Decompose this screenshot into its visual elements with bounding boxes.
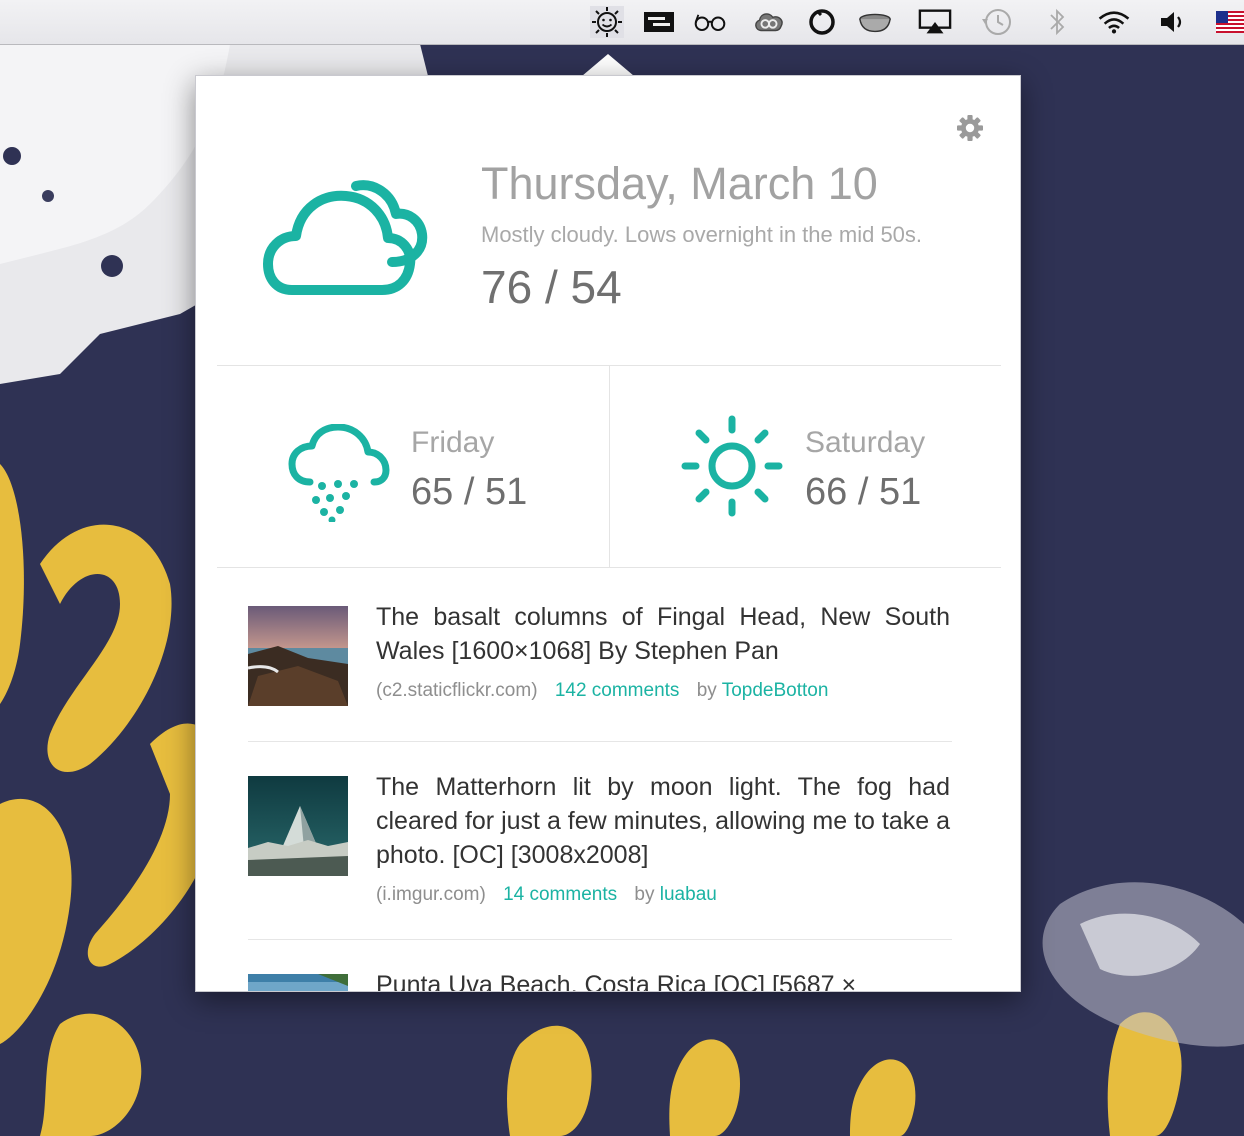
news-comments-link[interactable]: 142 comments bbox=[555, 680, 680, 701]
divider-vertical bbox=[609, 366, 610, 567]
news-author-link[interactable]: TopdeBotton bbox=[722, 680, 829, 701]
news-divider bbox=[248, 939, 952, 940]
glasses-icon[interactable] bbox=[693, 6, 727, 38]
news-title[interactable]: The basalt columns of Fingal Head, New S… bbox=[376, 600, 950, 668]
news-author-link[interactable]: luabau bbox=[660, 884, 717, 905]
forecast-temp-saturday: 66 / 51 bbox=[805, 471, 922, 513]
menu-window-icon[interactable] bbox=[642, 6, 676, 38]
news-item[interactable]: The Matterhorn lit by moon light. The fo… bbox=[248, 773, 950, 916]
settings-gear-icon[interactable] bbox=[956, 114, 984, 142]
rain-icon bbox=[288, 424, 390, 522]
news-comments-link[interactable]: 14 comments bbox=[503, 884, 617, 905]
forecast-day-saturday: Saturday bbox=[805, 426, 926, 459]
news-meta: (i.imgur.com) 14 comments by luabau bbox=[376, 884, 717, 906]
creative-cloud-icon[interactable] bbox=[752, 6, 786, 38]
us-flag-icon[interactable] bbox=[1216, 6, 1244, 38]
news-thumbnail[interactable] bbox=[248, 776, 348, 876]
time-machine-icon[interactable] bbox=[980, 6, 1014, 38]
bluetooth-icon[interactable] bbox=[1040, 6, 1074, 38]
wifi-icon[interactable] bbox=[1097, 6, 1131, 38]
today-date: Thursday, March 10 bbox=[481, 158, 878, 209]
news-item[interactable]: The basalt columns of Fingal Head, New S… bbox=[248, 603, 950, 716]
popover-arrow bbox=[582, 54, 634, 76]
news-thumbnail[interactable] bbox=[248, 606, 348, 706]
news-title[interactable]: The Matterhorn lit by moon light. The fo… bbox=[376, 770, 950, 872]
news-divider bbox=[248, 741, 952, 742]
forecast-temp-friday: 65 / 51 bbox=[411, 471, 528, 513]
bowl-icon[interactable] bbox=[858, 6, 892, 38]
news-item[interactable]: Punta Uva Beach, Costa Rica [OC] [5687 × bbox=[248, 971, 950, 991]
sun-icon bbox=[681, 415, 783, 517]
circle-app-icon[interactable] bbox=[805, 6, 839, 38]
airplay-icon[interactable] bbox=[918, 6, 952, 38]
menu-bar bbox=[0, 0, 1244, 45]
news-by-label: by bbox=[696, 680, 717, 701]
today-temperature: 76 / 54 bbox=[481, 261, 622, 313]
volume-icon[interactable] bbox=[1156, 6, 1190, 38]
news-domain: (i.imgur.com) bbox=[376, 884, 486, 905]
weather-popover: Thursday, March 10 Mostly cloudy. Lows o… bbox=[195, 75, 1021, 992]
news-domain: (c2.staticflickr.com) bbox=[376, 680, 538, 701]
news-title[interactable]: Punta Uva Beach, Costa Rica [OC] [5687 × bbox=[376, 968, 950, 991]
divider bbox=[217, 567, 1001, 568]
weather-app-icon[interactable] bbox=[590, 6, 624, 38]
today-summary: Mostly cloudy. Lows overnight in the mid… bbox=[481, 222, 923, 247]
news-meta: (c2.staticflickr.com) 142 comments by To… bbox=[376, 680, 828, 702]
news-thumbnail[interactable] bbox=[248, 974, 348, 991]
forecast-day-friday: Friday bbox=[411, 426, 495, 459]
cloudy-icon bbox=[263, 180, 428, 295]
news-by-label: by bbox=[634, 884, 655, 905]
